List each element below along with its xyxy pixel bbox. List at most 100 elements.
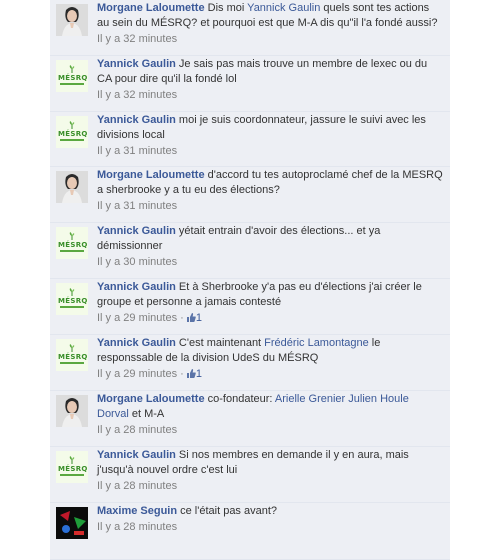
comment-body: Yannick Gaulin yétait entrain d'avoir de… [97, 224, 443, 270]
comment-item: Morgane Laloumette d'accord tu tes autop… [50, 167, 450, 223]
avatar[interactable] [56, 4, 88, 36]
comment-author-link[interactable]: Yannick Gaulin [97, 337, 176, 349]
like-count: 1 [195, 312, 202, 324]
comment-meta: Il y a 28 minutes [97, 423, 443, 438]
sprout-icon [69, 232, 75, 240]
avatar[interactable]: MÉSRQ [56, 227, 88, 259]
logo-wordmark: MÉSRQ [58, 353, 88, 361]
comment-body: Yannick Gaulin Si nos membres en demande… [97, 448, 443, 494]
comment-item: MÉSRQ Yannick Gaulin Si nos membres en de… [50, 447, 450, 503]
sprout-icon [69, 344, 75, 352]
meta-separator: · [177, 368, 187, 380]
comment-item: Morgane Laloumette co-fondateur: Arielle… [50, 391, 450, 447]
comment-body: Morgane Laloumette d'accord tu tes autop… [97, 168, 443, 214]
comment-body: Yannick Gaulin Et à Sherbrooke y'a pas e… [97, 280, 443, 326]
avatar[interactable] [56, 171, 88, 203]
avatar[interactable]: MÉSRQ [56, 339, 88, 371]
comment-meta: Il y a 32 minutes [97, 88, 443, 103]
timestamp-link[interactable]: Il y a 28 minutes [97, 521, 177, 533]
comment-author-link[interactable]: Morgane Laloumette [97, 393, 205, 405]
mesrq-logo: MÉSRQ [56, 227, 88, 259]
mesrq-logo: MÉSRQ [56, 116, 88, 148]
comment-body: Morgane Laloumette Dis moi Yannick Gauli… [97, 1, 443, 47]
comment-meta: Il y a 31 minutes [97, 199, 443, 214]
comment-text: Yannick Gaulin Si nos membres en demande… [97, 448, 443, 478]
comment-meta: Il y a 29 minutes · 1 [97, 367, 443, 382]
timestamp-link[interactable]: Il y a 32 minutes [97, 33, 177, 45]
like-count-link[interactable]: 1 [186, 368, 202, 380]
comment-thread: Morgane Laloumette Dis moi Yannick Gauli… [50, 0, 450, 560]
mention-link[interactable]: Yannick Gaulin [247, 2, 320, 14]
like-count-link[interactable]: 1 [186, 312, 202, 324]
comment-message: co-fondateur: [204, 393, 275, 405]
comment-text: Morgane Laloumette co-fondateur: Arielle… [97, 392, 443, 422]
comment-text: Yannick Gaulin yétait entrain d'avoir de… [97, 224, 443, 254]
comment-text: Yannick Gaulin moi je suis coordonnateur… [97, 113, 443, 143]
comment-message: et M-A [128, 408, 165, 420]
sprout-icon [69, 456, 75, 464]
logo-underline [60, 83, 84, 85]
avatar[interactable]: MÉSRQ [56, 451, 88, 483]
timestamp-link[interactable]: Il y a 32 minutes [97, 89, 177, 101]
comment-item: MÉSRQ Yannick Gaulin Je sais pas mais tro… [50, 56, 450, 112]
comment-item: Maxime Seguin ce l'était pas avant? Il y … [50, 503, 450, 560]
comment-meta: Il y a 31 minutes [97, 144, 443, 159]
comment-message: ce l'était pas avant? [177, 505, 278, 517]
avatar[interactable]: MÉSRQ [56, 60, 88, 92]
logo-underline [60, 139, 84, 141]
sprout-icon [69, 65, 75, 73]
thumbs-up-icon [186, 369, 196, 378]
comment-body: Yannick Gaulin Je sais pas mais trouve u… [97, 57, 443, 103]
comment-message: C'est maintenant [175, 337, 265, 349]
timestamp-link[interactable]: Il y a 28 minutes [97, 424, 177, 436]
logo-underline [60, 474, 84, 476]
timestamp-link[interactable]: Il y a 29 minutes [97, 312, 177, 324]
timestamp-link[interactable]: Il y a 31 minutes [97, 200, 177, 212]
timestamp-link[interactable]: Il y a 29 minutes [97, 368, 177, 380]
mention-link[interactable]: Frédéric Lamontagne [264, 337, 369, 349]
comment-text: Yannick Gaulin C'est maintenant Frédéric… [97, 336, 443, 366]
logo-underline [60, 306, 84, 308]
mesrq-logo: MÉSRQ [56, 60, 88, 92]
comment-text: Maxime Seguin ce l'était pas avant? [97, 504, 443, 519]
timestamp-link[interactable]: Il y a 31 minutes [97, 145, 177, 157]
comment-item: MÉSRQ Yannick Gaulin moi je suis coordonn… [50, 112, 450, 167]
meta-separator: · [177, 312, 187, 324]
comment-author-link[interactable]: Yannick Gaulin [97, 281, 176, 293]
logo-underline [60, 250, 84, 252]
timestamp-link[interactable]: Il y a 28 minutes [97, 480, 177, 492]
timestamp-link[interactable]: Il y a 30 minutes [97, 256, 177, 268]
comment-item: Morgane Laloumette Dis moi Yannick Gauli… [50, 0, 450, 56]
comment-text: Morgane Laloumette Dis moi Yannick Gauli… [97, 1, 443, 31]
logo-wordmark: MÉSRQ [58, 465, 88, 473]
sprout-icon [69, 288, 75, 296]
comment-meta: Il y a 32 minutes [97, 32, 443, 47]
sprout-icon [69, 121, 75, 129]
comment-item: MÉSRQ Yannick Gaulin yétait entrain d'avo… [50, 223, 450, 279]
mesrq-logo: MÉSRQ [56, 339, 88, 371]
comment-author-link[interactable]: Yannick Gaulin [97, 58, 176, 70]
comment-author-link[interactable]: Morgane Laloumette [97, 169, 205, 181]
comment-body: Yannick Gaulin C'est maintenant Frédéric… [97, 336, 443, 382]
comment-body: Morgane Laloumette co-fondateur: Arielle… [97, 392, 443, 438]
logo-underline [60, 362, 84, 364]
mention-link[interactable]: Arielle Grenier [275, 393, 345, 405]
comment-author-link[interactable]: Yannick Gaulin [97, 225, 176, 237]
comment-author-link[interactable]: Morgane Laloumette [97, 2, 205, 14]
comment-author-link[interactable]: Maxime Seguin [97, 505, 177, 517]
comment-message: Dis moi [204, 2, 248, 14]
avatar[interactable]: MÉSRQ [56, 283, 88, 315]
like-count: 1 [195, 368, 202, 380]
comment-text: Morgane Laloumette d'accord tu tes autop… [97, 168, 443, 198]
avatar[interactable] [56, 395, 88, 427]
comment-author-link[interactable]: Yannick Gaulin [97, 449, 176, 461]
comment-text: Yannick Gaulin Je sais pas mais trouve u… [97, 57, 443, 87]
thumbs-up-icon [186, 313, 196, 322]
comment-body: Yannick Gaulin moi je suis coordonnateur… [97, 113, 443, 159]
logo-wordmark: MÉSRQ [58, 74, 88, 82]
avatar[interactable] [56, 507, 88, 539]
comment-meta: Il y a 28 minutes [97, 479, 443, 494]
avatar[interactable]: MÉSRQ [56, 116, 88, 148]
comment-author-link[interactable]: Yannick Gaulin [97, 114, 176, 126]
mesrq-logo: MÉSRQ [56, 283, 88, 315]
